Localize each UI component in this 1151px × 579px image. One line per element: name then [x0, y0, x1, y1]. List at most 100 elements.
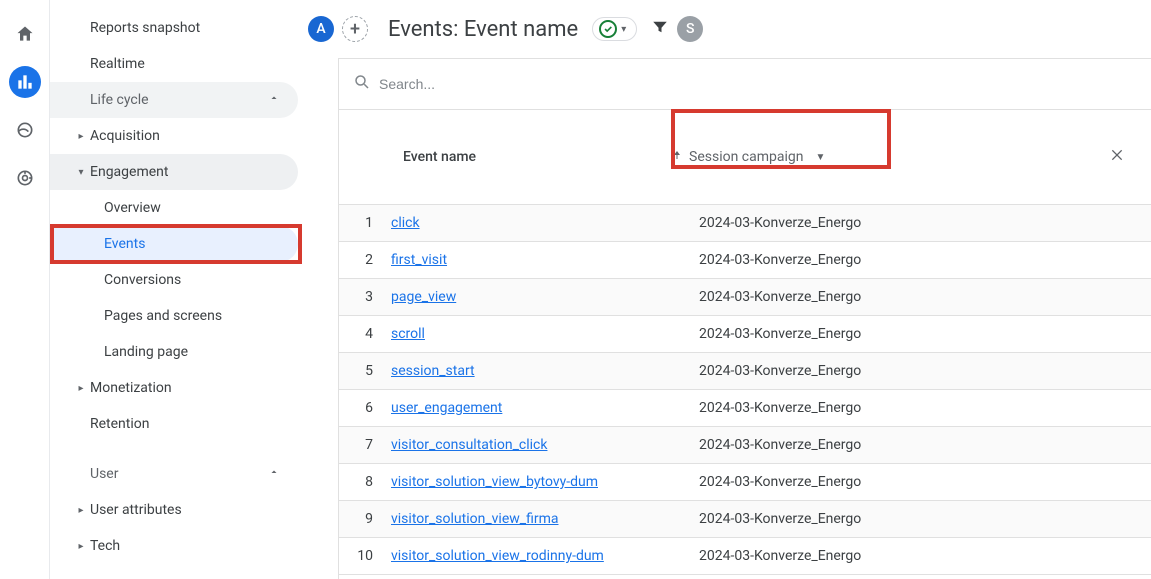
- row-number: 5: [339, 363, 391, 379]
- event-link[interactable]: click: [391, 215, 420, 231]
- filter-icon[interactable]: [651, 18, 669, 40]
- sidebar-item-landing-page[interactable]: Landing page: [50, 334, 298, 370]
- sidebar-item-label: Retention: [90, 416, 150, 432]
- cell-event-name: session_start: [391, 363, 671, 379]
- cell-session-campaign: 2024-03-Konverze_Energo: [671, 215, 1021, 231]
- sidebar-item-reports-snapshot[interactable]: Reports snapshot: [50, 10, 298, 46]
- chevron-up-icon: [268, 92, 280, 108]
- sidebar-item-label: User: [90, 466, 118, 482]
- left-rail: [0, 0, 50, 579]
- table-row: 7visitor_consultation_click2024-03-Konve…: [339, 427, 1151, 464]
- segment-chip-a[interactable]: A: [308, 16, 334, 42]
- sidebar-item-retention[interactable]: Retention: [50, 406, 298, 442]
- explore-icon[interactable]: [9, 114, 41, 146]
- sidebar-item-user-attributes[interactable]: ▸ User attributes: [50, 492, 298, 528]
- caret-right-icon: ▸: [72, 505, 90, 516]
- row-number: 2: [339, 252, 391, 268]
- row-number: 3: [339, 289, 391, 305]
- sidebar-item-label: Acquisition: [90, 128, 160, 144]
- chevron-up-icon: [268, 466, 280, 482]
- th-label: Session campaign: [689, 149, 803, 165]
- page-header: A + Events: Event name ▾ S: [308, 0, 1151, 58]
- sidebar-item-tech[interactable]: ▸ Tech: [50, 528, 298, 564]
- event-link[interactable]: page_view: [391, 289, 456, 305]
- sidebar-item-label: Overview: [104, 200, 161, 216]
- sidebar-item-monetization[interactable]: ▸ Monetization: [50, 370, 298, 406]
- caret-down-icon: ▾: [72, 167, 90, 178]
- sidebar-item-pages-and-screens[interactable]: Pages and screens: [50, 298, 298, 334]
- cell-session-campaign: 2024-03-Konverze_Energo: [671, 474, 1021, 490]
- table-row: 5session_start2024-03-Konverze_Energo: [339, 353, 1151, 390]
- event-link[interactable]: visitor_solution_view_bytovy-dum: [391, 474, 598, 490]
- remove-column-button[interactable]: [1109, 147, 1125, 167]
- cell-event-name: page_view: [391, 289, 671, 305]
- cell-session-campaign: 2024-03-Konverze_Energo: [671, 252, 1021, 268]
- cell-event-name: visitor_solution_view_firma: [391, 511, 671, 527]
- sidebar-section-user[interactable]: User: [50, 456, 298, 492]
- cell-session-campaign: 2024-03-Konverze_Energo: [671, 289, 1021, 305]
- event-link[interactable]: visitor_consultation_click: [391, 437, 547, 453]
- sidebar-item-label: Conversions: [104, 272, 181, 288]
- table-row: 3page_view 2024-03-Konverze_Energo: [339, 279, 1151, 316]
- search-row: [339, 59, 1151, 109]
- event-link[interactable]: session_start: [391, 363, 475, 379]
- cell-event-name: click: [391, 215, 671, 231]
- search-icon: [353, 73, 371, 95]
- event-link[interactable]: first_visit: [391, 252, 447, 268]
- segment-chip-s[interactable]: S: [677, 16, 703, 42]
- sidebar-item-label: Reports snapshot: [90, 20, 200, 36]
- cell-session-campaign: 2024-03-Konverze_Energo: [671, 548, 1021, 564]
- sidebar-item-label: Events: [104, 236, 145, 252]
- th-event-name[interactable]: Event name: [391, 149, 671, 165]
- table-row: 8visitor_solution_view_bytovy-dum 2024-03…: [339, 464, 1151, 501]
- cell-session-campaign: 2024-03-Konverze_Energo: [671, 400, 1021, 416]
- event-link[interactable]: scroll: [391, 326, 425, 342]
- sidebar-item-label: Life cycle: [90, 92, 149, 108]
- caret-right-icon: ▸: [72, 383, 90, 394]
- sidebar-item-label: Pages and screens: [104, 308, 222, 324]
- event-link[interactable]: user_engagement: [391, 400, 502, 416]
- advertising-icon[interactable]: [9, 162, 41, 194]
- sidebar-section-life-cycle[interactable]: Life cycle: [50, 82, 298, 118]
- sidebar-item-label: Monetization: [90, 380, 172, 396]
- cell-session-campaign: 2024-03-Konverze_Energo: [671, 437, 1021, 453]
- verified-badge[interactable]: ▾: [592, 17, 637, 41]
- table-row: 1click 2024-03-Konverze_Energo: [339, 205, 1151, 242]
- cell-event-name: user_engagement: [391, 400, 671, 416]
- sidebar-item-label: Engagement: [90, 164, 168, 180]
- cell-event-name: first_visit: [391, 252, 671, 268]
- event-link[interactable]: visitor_solution_view_rodinny-dum: [391, 548, 604, 564]
- sidebar-item-label: User attributes: [90, 502, 182, 518]
- check-circle-icon: [599, 20, 617, 38]
- event-link[interactable]: visitor_solution_view_firma: [391, 511, 559, 527]
- row-number: 1: [339, 215, 391, 231]
- row-number: 4: [339, 326, 391, 342]
- caret-right-icon: ▸: [72, 131, 90, 142]
- dropdown-icon: ▼: [815, 152, 825, 163]
- sidebar-item-label: Realtime: [90, 56, 145, 72]
- home-icon[interactable]: [9, 18, 41, 50]
- cell-session-campaign: 2024-03-Konverze_Energo: [671, 511, 1021, 527]
- sidebar-item-events[interactable]: Events: [50, 226, 298, 262]
- sidebar-item-conversions[interactable]: Conversions: [50, 262, 298, 298]
- search-input[interactable]: [379, 76, 1137, 92]
- caret-right-icon: ▸: [72, 541, 90, 552]
- cell-session-campaign: 2024-03-Konverze_Energo: [671, 326, 1021, 342]
- row-number: 6: [339, 400, 391, 416]
- sidebar-item-acquisition[interactable]: ▸ Acquisition: [50, 118, 298, 154]
- sidebar-item-overview[interactable]: Overview: [50, 190, 298, 226]
- table-row: 10visitor_solution_view_rodinny-dum2024-…: [339, 538, 1151, 575]
- cell-event-name: visitor_consultation_click: [391, 437, 671, 453]
- main: A + Events: Event name ▾ S Event name: [308, 0, 1151, 579]
- th-session-campaign[interactable]: Session campaign ▼: [671, 149, 1021, 165]
- page-title: Events: Event name: [388, 17, 578, 42]
- sidebar: Reports snapshot Realtime Life cycle ▸ A…: [50, 0, 308, 579]
- add-segment-button[interactable]: +: [342, 16, 368, 42]
- sidebar-item-label: Tech: [90, 538, 120, 554]
- row-number: 8: [339, 474, 391, 490]
- cell-event-name: visitor_solution_view_rodinny-dum: [391, 548, 671, 564]
- sidebar-item-realtime[interactable]: Realtime: [50, 46, 298, 82]
- sidebar-item-engagement[interactable]: ▾ Engagement: [50, 154, 298, 190]
- table-row: 6user_engagement 2024-03-Konverze_Energo: [339, 390, 1151, 427]
- reports-icon[interactable]: [9, 66, 41, 98]
